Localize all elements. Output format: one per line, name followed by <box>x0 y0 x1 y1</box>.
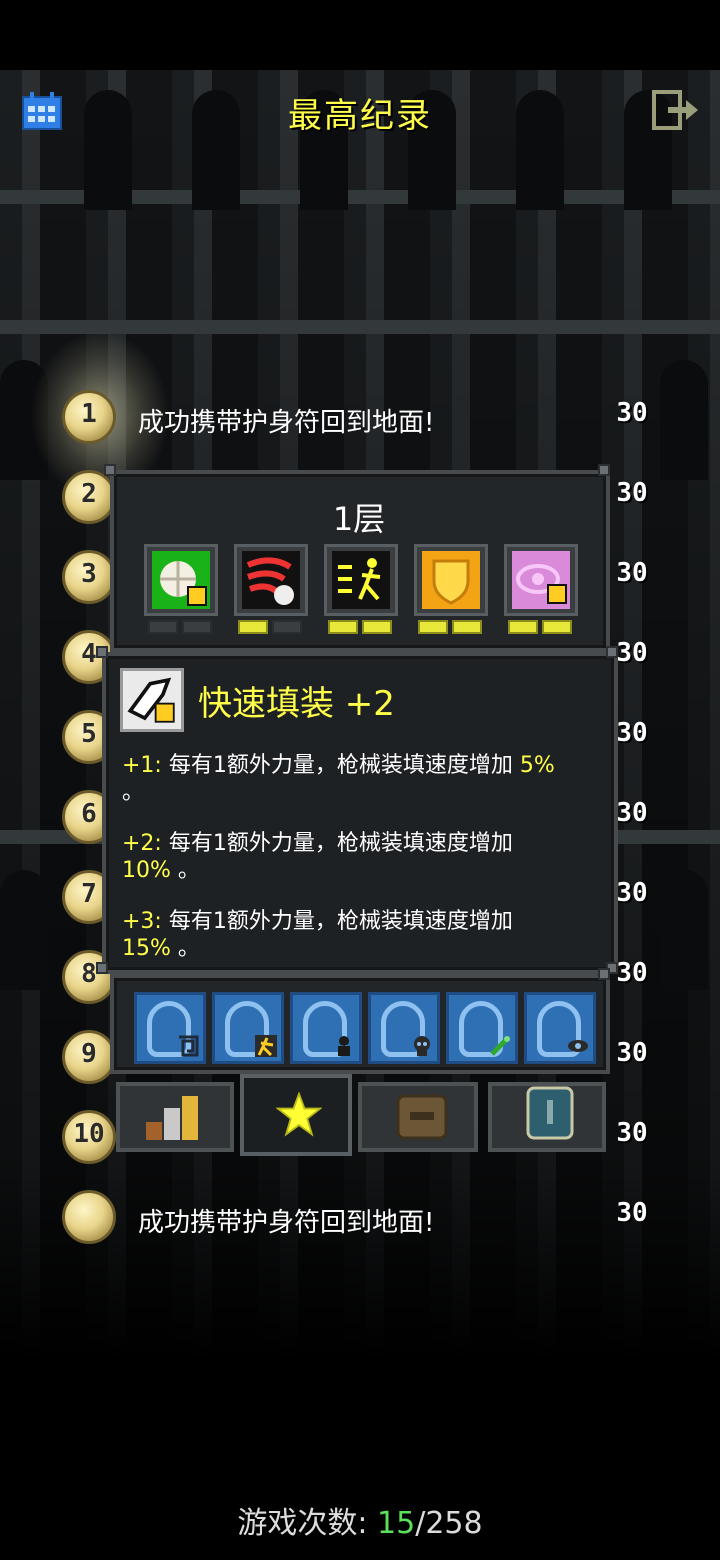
ranking-cause: 成功携带护身符回到地面! <box>138 1208 435 1238</box>
badges-tab[interactable] <box>488 1082 606 1152</box>
quick-reload-icon <box>120 668 184 732</box>
talent-desc-line-3: +3: 每有1额外力量，枪械装填速度增加 15% 。 <box>122 909 513 961</box>
panel-rivet <box>96 646 108 658</box>
sub-talent-tile[interactable] <box>446 992 518 1064</box>
talent-test-subject[interactable] <box>324 544 398 642</box>
ranking-row-latest[interactable]: 成功携带护身符回到地面! 30 <box>0 1186 720 1256</box>
runner-icon <box>255 1035 277 1057</box>
rank-medal: 3 <box>62 550 116 604</box>
exit-icon[interactable] <box>652 90 700 130</box>
talent-desc-line-1: +1: 每有1额外力量，枪械装填速度增加 5%。 <box>122 753 555 805</box>
ranking-depth: 30 <box>616 958 648 988</box>
wand-icon <box>490 1036 510 1056</box>
rank-medal: 1 <box>62 390 116 444</box>
panel-rivet <box>606 646 618 658</box>
ranking-depth: 30 <box>616 718 648 748</box>
sub-talent-tile[interactable] <box>524 992 596 1064</box>
floor-label: 1层 <box>332 500 386 538</box>
panel-rivet <box>598 464 610 476</box>
panel-rivet <box>598 968 610 980</box>
rank-medal: 10 <box>62 1110 116 1164</box>
games-played-counter: 游戏次数: 15/258 <box>0 1498 720 1542</box>
rank-medal <box>62 1190 116 1244</box>
ranking-depth: 30 <box>616 398 648 428</box>
star-icon <box>276 1092 322 1137</box>
talent-title: 快速填装 +2 <box>198 684 395 724</box>
panel-rivet <box>96 962 108 974</box>
ranking-row[interactable]: 1 成功携带护身符回到地面! 30 <box>0 386 720 456</box>
sub-talent-tile[interactable] <box>368 992 440 1064</box>
sub-talent-tile[interactable] <box>212 992 284 1064</box>
talent-desc-line-2: +2: 每有1额外力量，枪械装填速度增加 10% 。 <box>122 831 513 883</box>
ranking-depth: 30 <box>616 558 648 588</box>
sub-talent-tile[interactable] <box>134 992 206 1064</box>
rank-medal: 2 <box>62 470 116 524</box>
rankings-screen: 最高纪录 1 成功携带护身符回到地面! 30 2 30 3 30 4 30 5 … <box>0 0 720 1560</box>
ranking-depth: 30 <box>616 798 648 828</box>
top-bar: 最高纪录 <box>0 80 720 140</box>
ranking-depth: 30 <box>616 478 648 508</box>
ranking-depth: 30 <box>616 1118 648 1148</box>
test-subject-icon <box>332 551 390 609</box>
talent-iron-will[interactable] <box>414 544 488 642</box>
ranking-depth: 30 <box>616 1198 648 1228</box>
backpack-icon <box>396 1094 448 1140</box>
talent-scholars-intuition[interactable] <box>504 544 578 642</box>
rank-medal: 9 <box>62 1030 116 1084</box>
veterans-intuition-icon <box>242 551 300 609</box>
talent-veterans-intuition[interactable] <box>234 544 308 642</box>
games-played-label: 游戏次数: <box>237 1506 368 1541</box>
eye-icon <box>568 1040 588 1052</box>
hearty-meal-icon <box>152 551 210 609</box>
sub-talent-tile[interactable] <box>290 992 362 1064</box>
ranking-depth: 30 <box>616 638 648 668</box>
games-separator: / <box>415 1506 426 1541</box>
games-total-count: 258 <box>425 1506 483 1541</box>
talents-tab[interactable] <box>240 1074 352 1156</box>
sub-talents-panel <box>110 968 610 1074</box>
page-title: 最高纪录 <box>288 96 432 136</box>
games-won-count: 15 <box>377 1506 416 1541</box>
dark-figure-icon <box>338 1036 350 1056</box>
skull-icon <box>414 1036 430 1056</box>
badge-icon <box>526 1086 574 1140</box>
items-tab[interactable] <box>358 1082 478 1152</box>
talent-info-window: 快速填装 +2 +1: 每有1额外力量，枪械装填速度增加 5%。 +2: 每有1… <box>96 646 618 974</box>
shield-icon <box>422 551 480 609</box>
ranking-depth: 30 <box>616 1038 648 1068</box>
talents-panel: 1层 <box>104 464 610 652</box>
ranking-depth: 30 <box>616 878 648 908</box>
panel-rivet <box>104 464 116 476</box>
bar-chart-icon <box>146 1096 198 1140</box>
stats-tab[interactable] <box>116 1082 234 1152</box>
eye-icon <box>512 551 570 609</box>
square-spiral-icon <box>179 1035 199 1057</box>
ranking-cause: 成功携带护身符回到地面! <box>138 408 435 438</box>
talent-hearty-meal[interactable] <box>144 544 218 642</box>
